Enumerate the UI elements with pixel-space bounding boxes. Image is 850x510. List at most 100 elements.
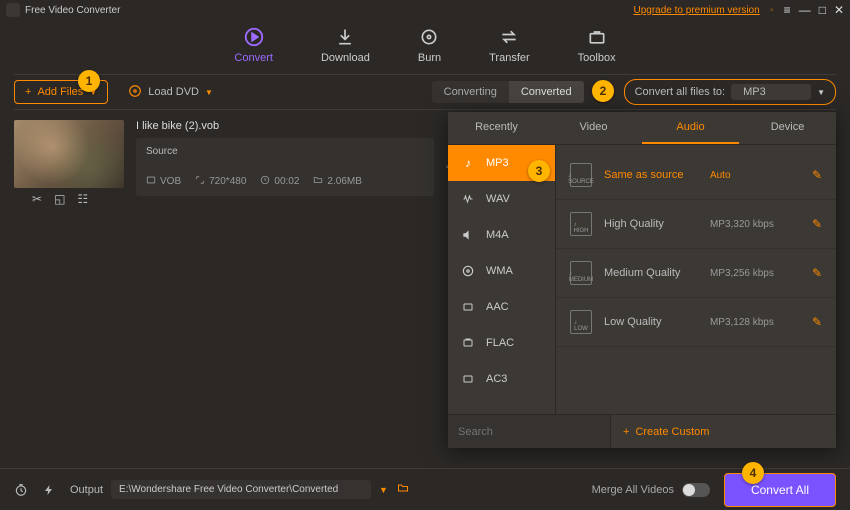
quality-item[interactable]: ♪SOURCE Same as source Auto ✎ (556, 151, 836, 200)
download-icon (334, 26, 356, 48)
transfer-icon (498, 26, 520, 48)
gpu-icon[interactable] (42, 483, 56, 497)
folder-icon (313, 175, 323, 188)
quality-name: High Quality (604, 218, 698, 230)
nav-transfer[interactable]: Transfer (489, 26, 530, 64)
plus-icon: + (623, 426, 629, 438)
fmt-wma[interactable]: WMA (448, 253, 555, 289)
file-icon: ♪LOW (570, 310, 592, 334)
video-card: ✂ ◱ ☷ I like bike (2).vob Source VOB 720… (14, 120, 434, 206)
file-duration: 00:02 (274, 176, 299, 187)
fmt-wav[interactable]: WAV (448, 181, 555, 217)
nav-toolbox[interactable]: Toolbox (578, 26, 616, 64)
callout-1: 1 (78, 70, 100, 92)
trim-icon[interactable]: ✂ (32, 192, 42, 206)
nav-burn[interactable]: Burn (418, 26, 441, 64)
tab-audio[interactable]: Audio (642, 112, 739, 144)
edit-icon[interactable]: ✎ (812, 217, 822, 231)
quality-detail: MP3,128 kbps (710, 317, 800, 328)
file-name: I like bike (2).vob (136, 120, 434, 132)
plus-icon: + (25, 86, 31, 98)
toolbar: + Add Files ▼ Load DVD ▼ Converting Conv… (0, 75, 850, 109)
callout-2: 2 (592, 80, 614, 102)
disc-icon (460, 263, 476, 279)
quality-item[interactable]: ♪LOW Low Quality MP3,128 kbps ✎ (556, 298, 836, 347)
quality-name: Low Quality (604, 316, 698, 328)
quality-detail: MP3,256 kbps (710, 268, 800, 279)
main-nav: Convert Download Burn Transfer Toolbox (0, 20, 850, 74)
edit-icon[interactable]: ✎ (812, 266, 822, 280)
file-codec: VOB (160, 176, 181, 187)
speaker-icon (460, 227, 476, 243)
callout-3: 3 (528, 160, 550, 182)
toolbox-icon (586, 26, 608, 48)
codec-icon (146, 175, 156, 188)
merge-videos-toggle: Merge All Videos (592, 483, 710, 497)
chevron-down-icon: ▼ (205, 88, 213, 97)
create-custom-button[interactable]: + Create Custom (611, 415, 836, 448)
nav-convert[interactable]: Convert (234, 26, 273, 64)
edit-icon[interactable]: ✎ (812, 168, 822, 182)
convert-all-button[interactable]: Convert All (724, 473, 836, 507)
aac-icon (460, 299, 476, 315)
format-search-input[interactable] (448, 415, 611, 448)
fmt-m4a[interactable]: M4A (448, 217, 555, 253)
format-dropdown-panel: Recently Video Audio Device ♪MP3 WAV M4A… (448, 112, 836, 448)
tab-converted[interactable]: Converted (509, 81, 584, 103)
video-thumbnail[interactable] (14, 120, 124, 188)
quality-item[interactable]: ♪MEDIUM Medium Quality MP3,256 kbps ✎ (556, 249, 836, 298)
fmt-flac[interactable]: FLAC (448, 325, 555, 361)
convert-all-to-dropdown[interactable]: Convert all files to: MP3 ▼ (624, 79, 836, 105)
search-icon[interactable] (770, 3, 784, 17)
merge-toggle[interactable] (682, 483, 710, 497)
nav-download[interactable]: Download (321, 26, 370, 64)
tab-converting[interactable]: Converting (432, 81, 509, 103)
file-icon: ♪SOURCE (570, 163, 592, 187)
quality-name: Medium Quality (604, 267, 698, 279)
quality-name: Same as source (604, 169, 698, 181)
quality-detail: MP3,320 kbps (710, 219, 800, 230)
edit-icon[interactable]: ✎ (812, 315, 822, 329)
quality-list[interactable]: ♪SOURCE Same as source Auto ✎ ♪HIGH High Qual… (556, 145, 836, 414)
title-bar: Free Video Converter Upgrade to premium … (0, 0, 850, 20)
file-icon: ♪MEDIUM (570, 261, 592, 285)
resolution-icon (195, 175, 205, 188)
callout-4: 4 (742, 462, 764, 484)
quality-item[interactable]: ♪HIGH High Quality MP3,320 kbps ✎ (556, 200, 836, 249)
tab-video[interactable]: Video (545, 112, 642, 144)
ac3-icon (460, 371, 476, 387)
tab-device[interactable]: Device (739, 112, 836, 144)
selected-format: MP3 (731, 84, 811, 100)
close-icon[interactable]: ✕ (834, 3, 844, 17)
burn-icon (418, 26, 440, 48)
convert-icon (243, 26, 265, 48)
fmt-ac3[interactable]: AC3 (448, 361, 555, 397)
upgrade-link[interactable]: Upgrade to premium version (634, 5, 760, 16)
maximize-icon[interactable]: □ (819, 3, 826, 17)
fmt-aac[interactable]: AAC (448, 289, 555, 325)
load-dvd-button[interactable]: Load DVD ▼ (128, 84, 213, 101)
open-folder-icon[interactable] (396, 482, 410, 497)
effects-icon[interactable]: ☷ (77, 192, 88, 206)
flac-icon (460, 335, 476, 351)
chevron-down-icon: ▼ (817, 88, 825, 97)
tab-recently[interactable]: Recently (448, 112, 545, 144)
wave-icon (460, 191, 476, 207)
file-resolution: 720*480 (209, 176, 246, 187)
file-icon: ♪HIGH (570, 212, 592, 236)
source-label: Source (146, 146, 424, 157)
format-list[interactable]: ♪MP3 WAV M4A WMA AAC FLAC AC3 (448, 145, 556, 414)
crop-icon[interactable]: ◱ (54, 192, 65, 206)
app-logo-icon (6, 3, 20, 17)
source-info: Source VOB 720*480 00:02 2.06MB (136, 138, 434, 196)
menu-icon[interactable]: ≡ (784, 3, 791, 17)
music-icon: ♪ (460, 155, 476, 171)
minimize-icon[interactable]: — (799, 3, 811, 17)
bottom-bar: Output E:\Wondershare Free Video Convert… (0, 468, 850, 510)
convert-status-tabs: Converting Converted (432, 81, 584, 103)
quality-detail: Auto (710, 170, 800, 181)
chevron-down-icon[interactable]: ▼ (379, 485, 388, 495)
schedule-icon[interactable] (14, 483, 28, 497)
disc-icon (128, 84, 142, 101)
output-path-field[interactable]: E:\Wondershare Free Video Converter\Conv… (111, 480, 371, 499)
